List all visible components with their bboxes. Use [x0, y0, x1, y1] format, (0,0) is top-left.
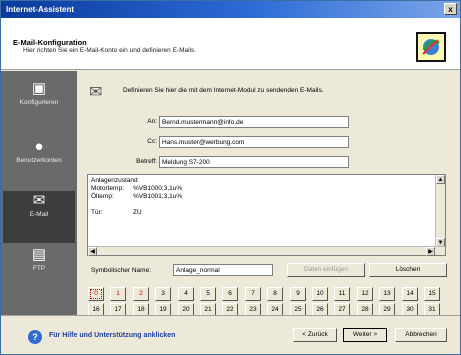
delete-button[interactable]: Löschen — [369, 263, 447, 277]
number-button[interactable]: 5 — [200, 287, 216, 301]
cancel-button[interactable]: Abbrechen — [395, 328, 447, 342]
body-row: Tür: ZU — [91, 209, 142, 216]
subject-label: Betreff: — [136, 158, 157, 165]
window-title: Internet-Assistent — [6, 5, 75, 14]
number-button[interactable]: 7 — [245, 287, 261, 301]
help-link[interactable]: Für Hilfe und Unterstützung anklicken — [49, 332, 175, 339]
number-button[interactable]: 4 — [178, 287, 194, 301]
number-button[interactable]: 11 — [334, 287, 350, 301]
title-bar: Internet-Assistent x — [1, 1, 460, 18]
mail-icon: ✉ — [89, 84, 103, 101]
number-button[interactable]: 8 — [267, 287, 283, 301]
back-button[interactable]: < Zurück — [293, 328, 337, 342]
email-body-textarea[interactable]: Anlagenzustand Motortemp: %VB1000;3,1u% Ö… — [87, 174, 446, 256]
intro-text: Definieren Sie hier die mit dem Internet… — [123, 87, 324, 94]
page-title: E-Mail-Konfiguration — [13, 38, 87, 47]
body-row: Motortemp: %VB1000;3,1u% — [91, 185, 183, 192]
symbol-name-field[interactable] — [173, 264, 273, 276]
number-button[interactable]: 0 — [88, 287, 104, 301]
body-heading: Anlagenzustand — [91, 177, 138, 184]
cc-label: Cc: — [147, 138, 157, 145]
monitor-icon: ▣ — [31, 80, 47, 97]
main-panel: ✉ Definieren Sie hier die mit dem Intern… — [77, 71, 460, 317]
subject-field[interactable] — [159, 156, 349, 168]
help-icon[interactable]: ? — [28, 330, 42, 344]
insert-data-button[interactable]: Daten einfügen — [287, 263, 365, 277]
to-field[interactable] — [159, 116, 349, 128]
page-subtitle: Hier richten Sie ein E-Mail-Konto ein un… — [23, 47, 197, 54]
body-row: Öltemp: %VB1001;3,1u% — [91, 193, 183, 200]
number-button[interactable]: 1 — [110, 287, 126, 301]
sidebar-item-label: FTP — [32, 265, 46, 272]
ftp-icon: ▤ — [31, 246, 47, 263]
close-button[interactable]: x — [444, 3, 457, 15]
number-button[interactable]: 15 — [424, 287, 440, 301]
number-button[interactable]: 12 — [357, 287, 373, 301]
scroll-up-icon[interactable]: ▲ — [436, 175, 445, 184]
vertical-scrollbar[interactable]: ▲ ▼ — [435, 175, 445, 247]
sidebar-item-label: E-Mail — [29, 211, 49, 218]
to-label: An: — [147, 118, 157, 125]
wizard-footer: ? Für Hilfe und Unterstützung anklicken … — [1, 315, 460, 354]
cc-field[interactable] — [159, 136, 349, 148]
scroll-left-icon[interactable]: ◀ — [88, 247, 97, 256]
number-button[interactable]: 3 — [155, 287, 171, 301]
number-button[interactable]: 10 — [312, 287, 328, 301]
sidebar-item-label: Konfigurieren — [19, 99, 59, 106]
sidebar-item-email[interactable]: ✉ E-Mail — [3, 191, 75, 243]
sidebar: ▣ Konfigurieren ● Benutzerkonten ✉ E-Mai… — [1, 71, 77, 315]
sidebar-item-konfigurieren[interactable]: ▣ Konfigurieren — [3, 79, 75, 131]
wizard-window: Internet-Assistent x E-Mail-Konfiguratio… — [0, 0, 461, 355]
sidebar-item-label: Benutzerkonten — [16, 157, 62, 164]
wizard-header: E-Mail-Konfiguration Hier richten Sie ei… — [1, 18, 460, 70]
sidebar-item-benutzerkonten[interactable]: ● Benutzerkonten — [3, 137, 75, 189]
users-icon: ● — [34, 138, 44, 155]
number-button[interactable]: 9 — [290, 287, 306, 301]
assistant-logo-icon — [416, 32, 446, 62]
horizontal-scrollbar[interactable]: ◀ ▶ — [88, 246, 445, 256]
number-button[interactable]: 6 — [222, 287, 238, 301]
mail-icon: ✉ — [32, 192, 46, 209]
number-button[interactable]: 13 — [379, 287, 395, 301]
symbol-label: Symbolischer Name: — [91, 267, 151, 274]
next-button[interactable]: Weiter > — [343, 328, 387, 342]
sidebar-item-ftp[interactable]: ▤ FTP — [3, 245, 75, 297]
number-button[interactable]: 2 — [133, 287, 149, 301]
number-button[interactable]: 14 — [402, 287, 418, 301]
scroll-right-icon[interactable]: ▶ — [426, 247, 435, 256]
